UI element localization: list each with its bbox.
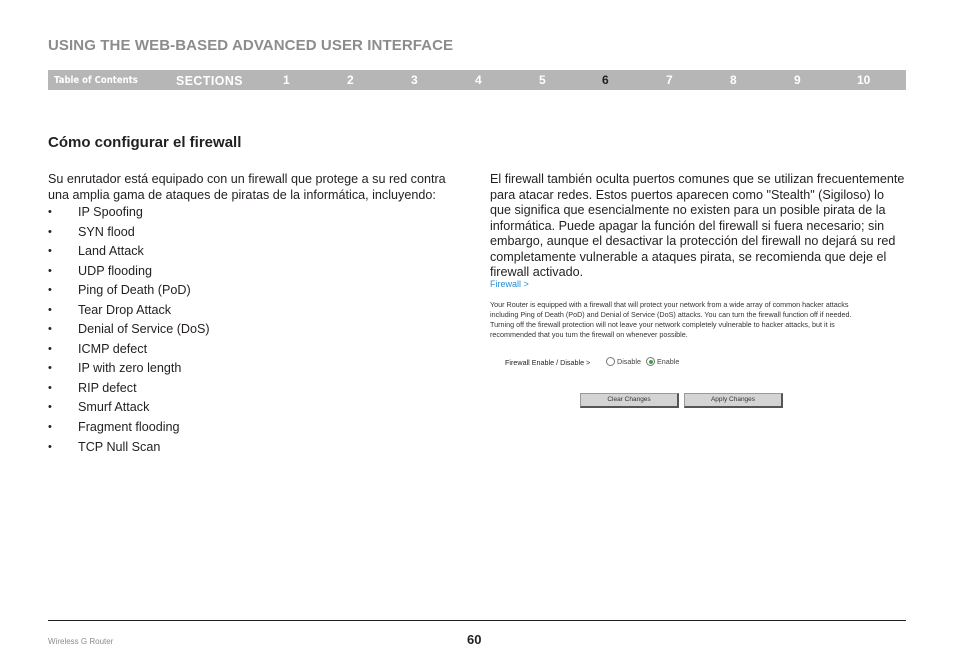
bullet-icon: • [48, 421, 52, 434]
attack-name: ICMP defect [78, 341, 148, 356]
section-heading: Cómo configurar el firewall [48, 134, 242, 151]
firewall-description: Your Router is equipped with a firewall … [490, 300, 852, 339]
bullet-icon: • [48, 225, 52, 238]
footer-divider [48, 620, 906, 621]
list-item: • SYN flood [48, 223, 210, 243]
enable-radio[interactable]: Enable [646, 357, 679, 366]
attack-name: SYN flood [78, 224, 135, 239]
attack-name: Land Attack [78, 244, 144, 259]
page-header-title: USING THE WEB-BASED ADVANCED USER INTERF… [48, 37, 454, 54]
disable-radio-label: Disable [617, 357, 641, 366]
attack-name: Smurf Attack [78, 400, 150, 415]
bullet-icon: • [48, 381, 52, 394]
list-item: • Ping of Death (PoD) [48, 281, 210, 301]
bullet-icon: • [48, 303, 52, 316]
attack-name: UDP flooding [78, 263, 152, 278]
intro-paragraph: Su enrutador está equipado con un firewa… [48, 172, 446, 202]
attack-name: IP Spoofing [78, 205, 143, 219]
list-item: • IP with zero length [48, 359, 210, 379]
firewall-link[interactable]: Firewall > [490, 279, 529, 289]
list-item: • IP Spoofing [48, 203, 210, 223]
section-link-4[interactable]: 4 [475, 70, 482, 91]
disable-radio[interactable]: Disable [606, 357, 641, 366]
footer-product-name: Wireless G Router [48, 637, 114, 646]
list-item: • Denial of Service (DoS) [48, 320, 210, 340]
section-link-2[interactable]: 2 [347, 70, 354, 91]
section-link-6-active[interactable]: 6 [602, 70, 609, 91]
list-item: • TCP Null Scan [48, 438, 210, 458]
bullet-icon: • [48, 206, 52, 218]
bullet-icon: • [48, 284, 52, 297]
bullet-icon: • [48, 323, 52, 336]
section-navbar: Table of Contents SECTIONS 1 2 3 4 5 6 7… [48, 70, 906, 90]
clear-changes-button[interactable]: Clear Changes [580, 393, 679, 408]
list-item: • RIP defect [48, 379, 210, 399]
list-item: • Tear Drop Attack [48, 301, 210, 321]
section-link-7[interactable]: 7 [666, 70, 673, 91]
bullet-icon: • [48, 342, 52, 355]
bullet-icon: • [48, 401, 52, 414]
section-link-5[interactable]: 5 [539, 70, 546, 91]
attack-name: Fragment flooding [78, 420, 180, 435]
list-item: • UDP flooding [48, 262, 210, 282]
firewall-enable-label: Firewall Enable / Disable > [505, 358, 591, 367]
attack-name: RIP defect [78, 380, 137, 395]
bullet-icon: • [48, 362, 52, 375]
bullet-icon: • [48, 440, 52, 453]
radio-unchecked-icon [606, 357, 615, 366]
attack-name: IP with zero length [78, 361, 182, 376]
list-item: • Fragment flooding [48, 418, 210, 438]
section-link-10[interactable]: 10 [857, 70, 870, 91]
list-item: • Smurf Attack [48, 398, 210, 418]
list-item: • ICMP defect [48, 340, 210, 360]
attack-name: Denial of Service (DoS) [78, 322, 210, 337]
apply-changes-button[interactable]: Apply Changes [684, 393, 783, 408]
radio-checked-icon [646, 357, 655, 366]
bullet-icon: • [48, 245, 52, 258]
bullet-icon: • [48, 264, 52, 277]
attack-name: Tear Drop Attack [78, 302, 172, 317]
section-link-9[interactable]: 9 [794, 70, 801, 91]
sections-label: SECTIONS [176, 73, 243, 88]
attack-name: TCP Null Scan [78, 439, 161, 454]
attack-list: • IP Spoofing • SYN flood • Land Attack • UD… [48, 203, 210, 457]
attack-name: Ping of Death (PoD) [78, 283, 191, 298]
list-item: • Land Attack [48, 242, 210, 262]
section-link-1[interactable]: 1 [283, 70, 290, 91]
section-link-8[interactable]: 8 [730, 70, 737, 91]
page-number: 60 [467, 632, 482, 647]
stealth-paragraph: El firewall también oculta puertos comun… [490, 172, 905, 279]
table-of-contents-link[interactable]: Table of Contents [54, 70, 138, 91]
enable-radio-label: Enable [657, 357, 680, 366]
section-link-3[interactable]: 3 [411, 70, 418, 91]
